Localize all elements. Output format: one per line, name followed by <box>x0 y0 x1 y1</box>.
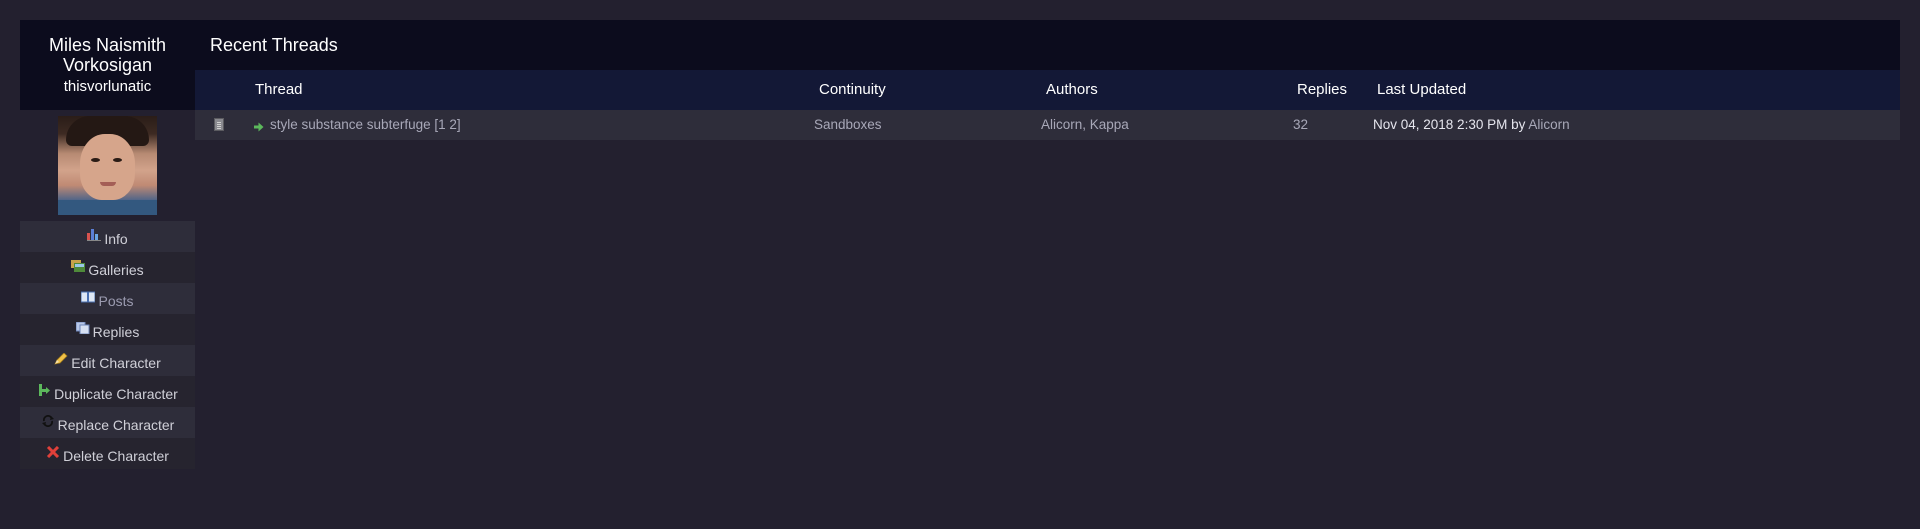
page-container: Miles Naismith Vorkosigan thisvorlunatic… <box>20 20 1900 474</box>
menu-item-label: Replace Character <box>57 417 175 433</box>
menu-item-label: Galleries <box>88 262 144 278</box>
branch-icon <box>37 376 51 396</box>
menu-item-replies[interactable]: Replies <box>20 314 195 345</box>
last-updated-user-link[interactable]: Alicorn <box>1528 117 1569 132</box>
menu-item-posts[interactable]: Posts <box>20 283 195 314</box>
document-icon <box>214 118 224 131</box>
menu-item-duplicate-character[interactable]: Duplicate Character <box>20 376 195 407</box>
menu-item-info[interactable]: Info <box>20 221 195 252</box>
pencil-icon <box>54 345 68 365</box>
menu-item-label: Edit Character <box>71 355 161 371</box>
menu-item-galleries[interactable]: Galleries <box>20 252 195 283</box>
avatar[interactable] <box>58 116 157 215</box>
menu-item-label: Posts <box>98 293 134 309</box>
menu-item-label: Delete Character <box>63 448 169 464</box>
menu-item-edit-character[interactable]: Edit Character <box>20 345 195 376</box>
chart-icon <box>87 221 102 241</box>
last-updated-time: Nov 04, 2018 2:30 PM <box>1373 117 1508 132</box>
swap-icon <box>41 407 55 427</box>
by-label: by <box>1511 117 1526 132</box>
last-updated-cell: Nov 04, 2018 2:30 PM by Alicorn <box>1373 110 1570 140</box>
pages-icon <box>75 314 90 335</box>
avatar-container <box>20 110 195 221</box>
column-header-authors: Authors <box>1046 81 1098 98</box>
replies-count: 32 <box>1293 117 1309 132</box>
column-header-replies: Replies <box>1297 81 1348 98</box>
character-sidebar: Miles Naismith Vorkosigan thisvorlunatic… <box>20 20 195 469</box>
column-header-continuity: Continuity <box>819 81 886 98</box>
character-name: Miles Naismith Vorkosigan <box>48 35 167 75</box>
images-icon <box>71 252 86 272</box>
continuity-link[interactable]: Sandboxes <box>814 110 882 140</box>
recent-threads-panel: Recent Threads Thread Continuity Authors… <box>195 20 1900 140</box>
menu-item-delete-character[interactable]: Delete Character <box>20 438 195 469</box>
column-header-last-updated: Last Updated <box>1377 81 1467 98</box>
column-header-thread: Thread <box>255 81 303 98</box>
menu-item-replace-character[interactable]: Replace Character <box>20 407 195 438</box>
character-screenname: thisvorlunatic <box>63 78 152 95</box>
menu-item-label: Duplicate Character <box>54 386 178 402</box>
menu-item-label: Replies <box>92 324 140 340</box>
unread-arrow-icon[interactable] <box>254 120 264 132</box>
menu-item-label: Info <box>104 231 128 247</box>
thread-cell: style substance subterfuge [1 2] <box>270 110 461 140</box>
authors-cell[interactable]: Alicorn, Kappa <box>1041 110 1129 140</box>
character-header: Miles Naismith Vorkosigan thisvorlunatic <box>20 20 195 110</box>
threads-table-header: Thread Continuity Authors Replies Last U… <box>195 70 1900 110</box>
page-title: Recent Threads <box>195 20 1900 70</box>
book-icon <box>80 283 96 303</box>
thread-title-link[interactable]: style substance subterfuge <box>270 117 431 132</box>
x-icon <box>46 438 60 459</box>
thread-pages-link[interactable]: [1 2] <box>434 117 460 132</box>
table-row: style substance subterfuge [1 2] Sandbox… <box>195 110 1900 140</box>
